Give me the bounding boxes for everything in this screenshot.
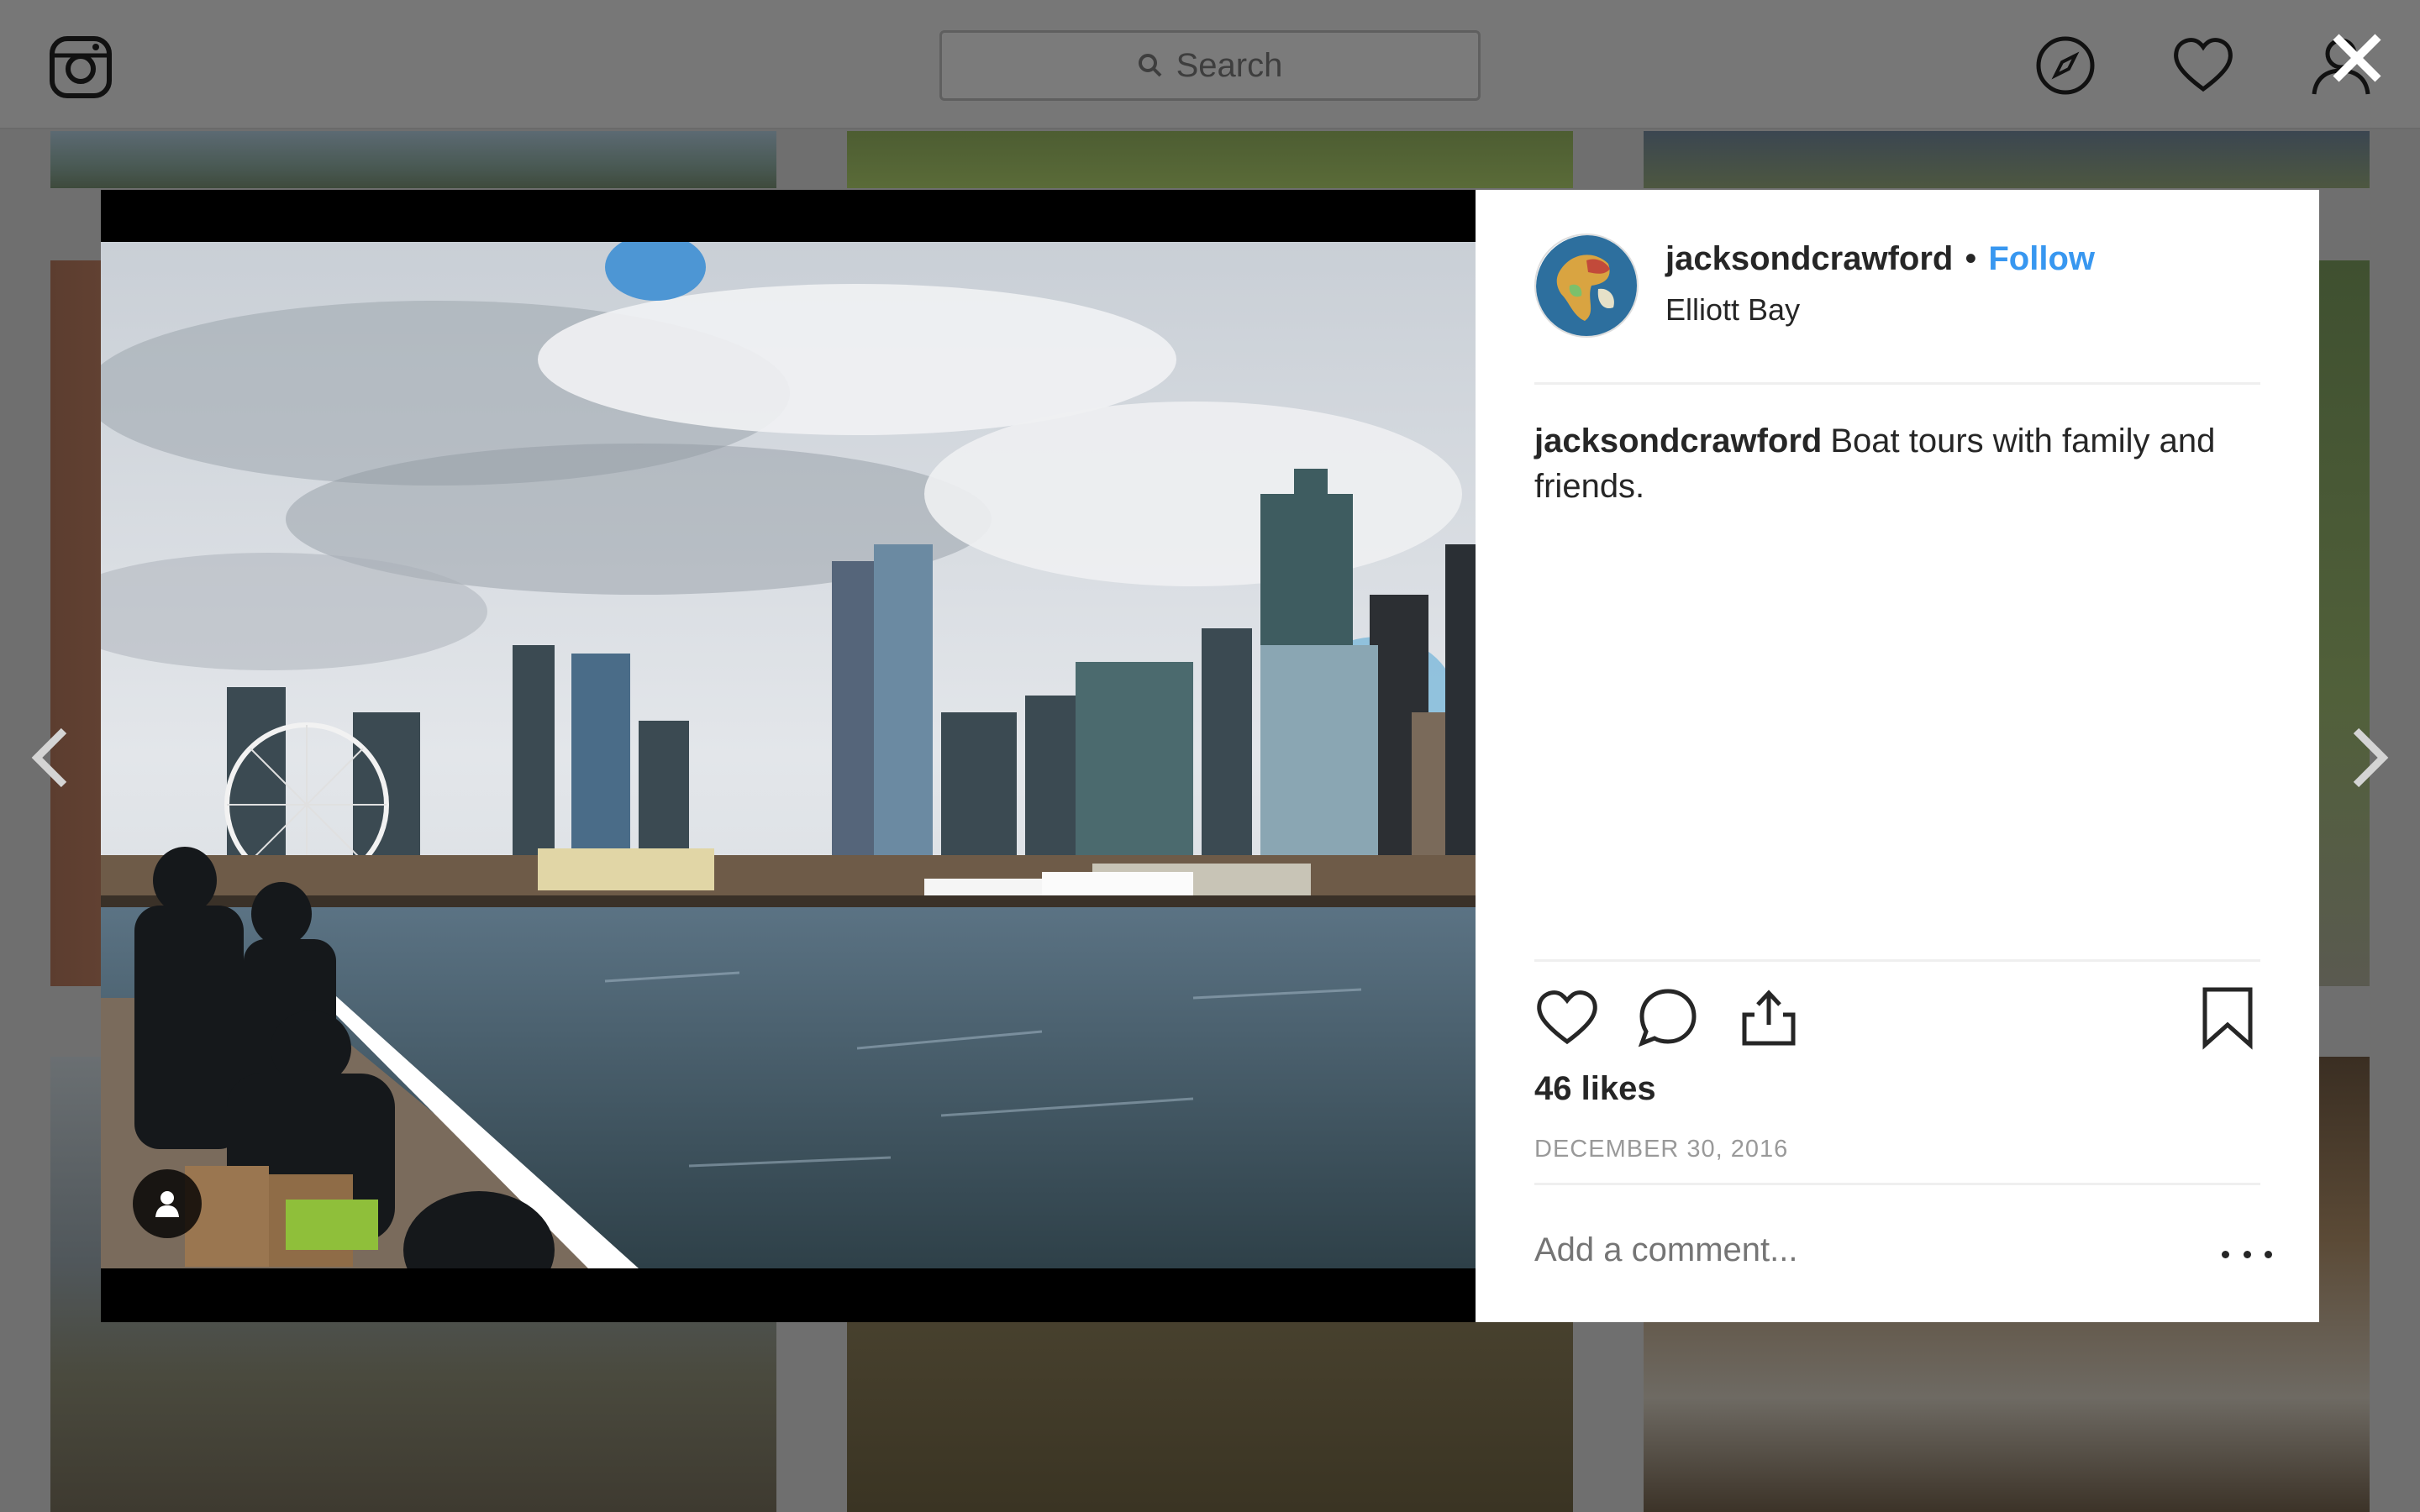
post-header: jacksondcrawford • Follow Elliott Bay [1534,190,2260,385]
post-actions [1534,984,2260,1055]
divider [1534,1183,2260,1185]
post-photo[interactable] [101,242,1476,1268]
dot [2222,1250,2229,1258]
avatar[interactable] [1534,234,1639,338]
close-icon[interactable] [2328,29,2386,87]
separator-dot: • [1965,240,1977,277]
location-link[interactable]: Elliott Bay [1665,292,1800,328]
seattle-skyline-image [101,242,1476,1268]
post-modal: jacksondcrawford • Follow Elliott Bay ja… [101,190,2319,1322]
chevron-left-icon[interactable] [25,724,76,791]
comment-icon[interactable] [1635,984,1701,1050]
search-icon [1138,54,1162,77]
comment-input[interactable] [1534,1231,2173,1269]
user-line: jacksondcrawford • Follow [1665,240,2095,278]
search-placeholder: Search [1176,46,1283,84]
instagram-icon[interactable] [49,35,113,99]
search-input[interactable]: Search [939,30,1481,101]
feed-thumbnail[interactable] [50,131,776,188]
heart-icon[interactable] [2170,32,2237,99]
user-icon [155,1191,179,1217]
post-date[interactable]: DECEMBER 30, 2016 [1534,1136,1788,1163]
chevron-right-icon[interactable] [2344,724,2395,791]
likes-count[interactable]: 46 likes [1534,1070,1656,1108]
caption-username[interactable]: jacksondcrawford [1534,423,1822,459]
more-options-icon[interactable] [2222,1242,2272,1267]
dot [2243,1250,2251,1258]
username-link[interactable]: jacksondcrawford [1665,240,1953,278]
feed-thumbnail[interactable] [1644,131,2370,188]
tagged-people-button[interactable] [133,1169,202,1238]
compass-icon[interactable] [2032,32,2099,99]
post-media [101,190,1476,1322]
follow-button[interactable]: Follow [1988,240,2095,278]
divider [1534,959,2260,962]
share-icon[interactable] [1736,984,1802,1050]
post-caption: jacksondcrawford Boat tours with family a… [1534,418,2260,509]
dot [2265,1250,2272,1258]
feed-thumbnail[interactable] [847,131,1573,188]
post-sidebar: jacksondcrawford • Follow Elliott Bay ja… [1476,190,2319,1322]
top-navigation-bar: Search [0,0,2420,129]
bookmark-icon[interactable] [2195,984,2260,1050]
heart-icon[interactable] [1534,984,1600,1050]
